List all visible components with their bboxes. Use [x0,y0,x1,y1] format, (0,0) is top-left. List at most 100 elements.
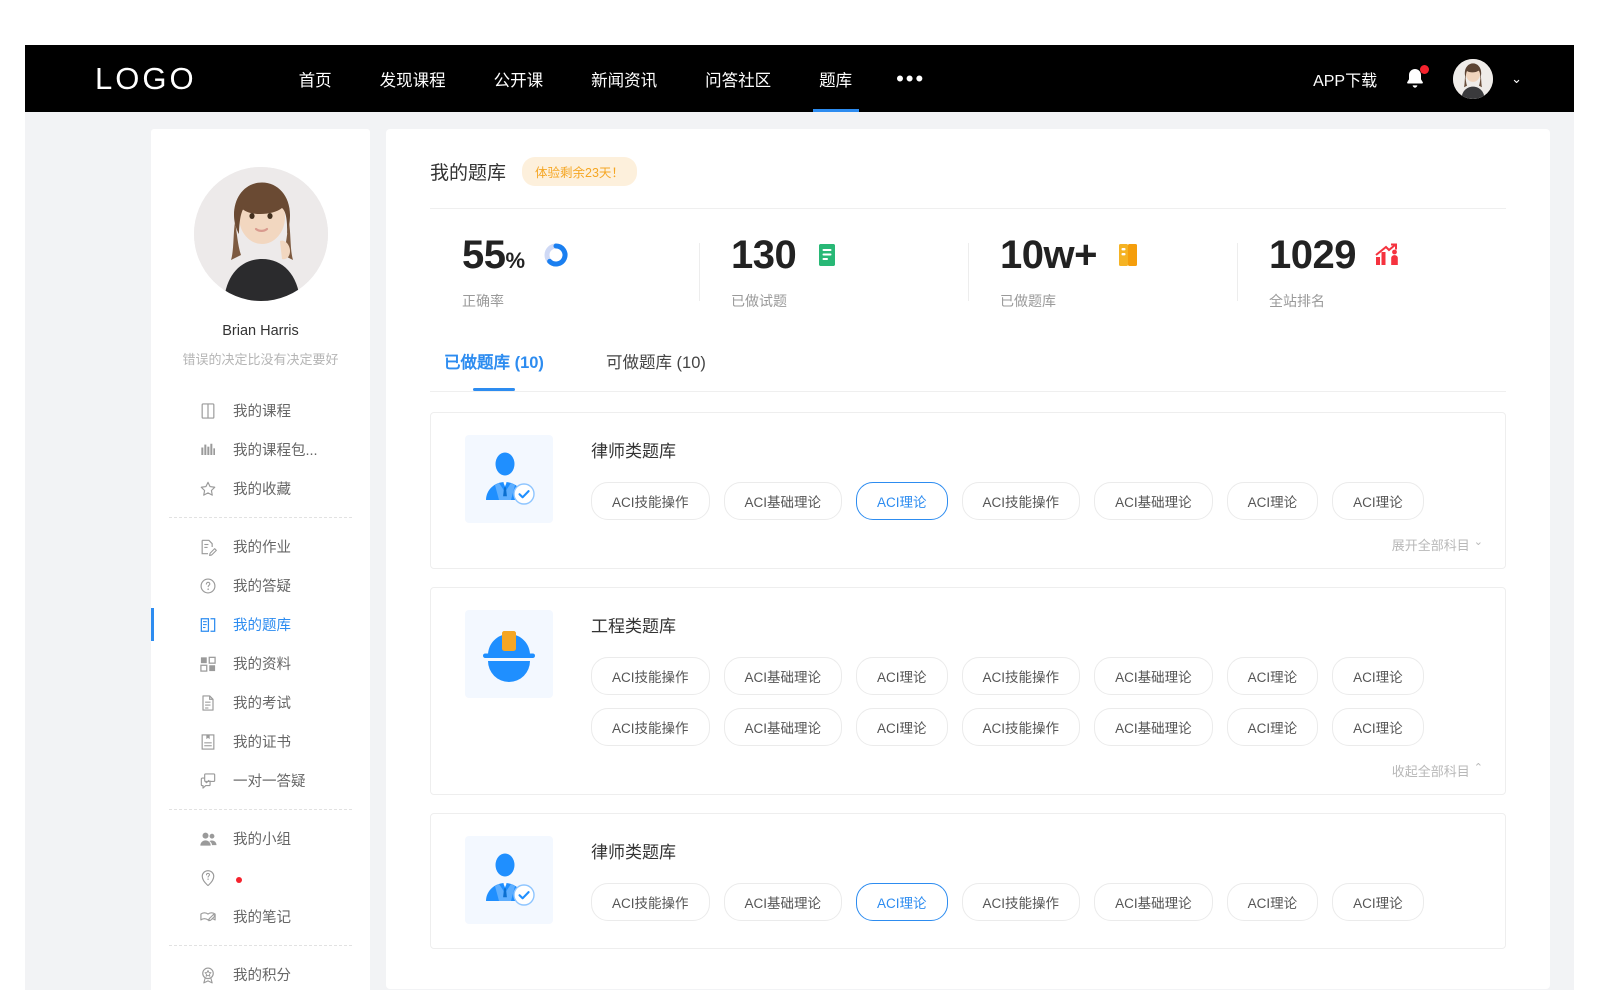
sidebar-item-12[interactable]: 我的小组 [151,819,370,858]
sidebar-item-13[interactable] [151,858,370,897]
nav-item-label: 首页 [299,67,332,91]
expand-subjects-label: 收起全部科目 [1392,761,1470,780]
main-header: 我的题库 体验剩余23天！ [430,157,1506,209]
tag-row: ACI技能操作 ACI基础理论 ACI理论 ACI技能操作 ACI基础理论 ACI理论 AC… [591,708,1483,746]
nav-item-2[interactable]: 公开课 [470,45,568,112]
sidebar-item-9[interactable]: 我的证书 [151,722,370,761]
subject-tag[interactable]: ACI理论 [856,657,948,695]
tab-label: 已做题库 (10) [444,354,544,372]
subject-tag[interactable]: ACI基础理论 [1094,657,1213,695]
sidebar-item-0[interactable]: 我的课程 [151,391,370,430]
materials-icon [197,654,219,674]
bank-card-list: 律师类题库ACI技能操作ACI基础理论ACI理论ACI技能操作ACI基础理论AC… [430,392,1506,949]
subject-tag[interactable]: ACI理论 [1227,883,1319,921]
subject-tag[interactable]: ACI技能操作 [962,482,1081,520]
subject-tag[interactable]: ACI理论 [1332,708,1424,746]
certificate-icon [197,732,219,752]
expand-subjects-toggle[interactable]: 展开全部科目⌄ [465,533,1483,554]
card-inner: 工程类题库ACI技能操作ACI基础理论ACI理论ACI技能操作ACI基础理论AC… [465,610,1483,759]
bell-icon[interactable] [1403,66,1427,92]
stat-label: 正确率 [462,291,699,311]
subject-tag[interactable]: ACI理论 [856,883,948,921]
nav-item-label: 题库 [819,67,852,91]
profile-motto: 错误的决定比没有决定要好 [165,351,356,369]
sidebar-item-label: 我的答疑 [233,575,291,596]
subject-tag[interactable]: ACI理论 [1227,657,1319,695]
subject-tag[interactable]: ACI技能操作 [962,708,1081,746]
profile-avatar[interactable] [194,167,328,301]
subject-tag[interactable]: ACI理论 [856,482,948,520]
nav-item-0[interactable]: 首页 [275,45,356,112]
tab-0[interactable]: 已做题库 (10) [442,345,546,391]
page-title: 我的题库 [430,158,506,185]
subject-tag[interactable]: ACI基础理论 [1094,883,1213,921]
subject-tag[interactable]: ACI基础理论 [724,657,843,695]
subject-tag[interactable]: ACI技能操作 [591,708,710,746]
stat-value: 55% [462,235,525,275]
menu-divider [169,945,352,946]
sidebar-item-1[interactable]: 我的课程包... [151,430,370,469]
nav-item-5[interactable]: 题库 [795,45,876,112]
app-download-link[interactable]: APP下载 [1313,67,1377,91]
subject-tag[interactable]: ACI基础理论 [724,482,843,520]
nav-item-3[interactable]: 新闻资讯 [567,45,681,112]
bank-card: 工程类题库ACI技能操作ACI基础理论ACI理论ACI技能操作ACI基础理论AC… [430,587,1506,795]
nav-item-label: 公开课 [494,67,544,91]
sidebar-item-8[interactable]: 我的考试 [151,683,370,722]
sidebar: Brian Harris 错误的决定比没有决定要好 我的课程我的课程包...我的… [151,129,370,990]
sidebar-item-label: 我的题库 [233,614,291,635]
nav-more-icon[interactable]: ••• [876,45,945,112]
subject-tag[interactable]: ACI理论 [1332,657,1424,695]
sidebar-item-5[interactable]: 我的答疑 [151,566,370,605]
chevron-down-icon: ⌄ [1474,535,1483,554]
subject-tag[interactable]: ACI理论 [856,708,948,746]
nav-item-4[interactable]: 问答社区 [681,45,795,112]
sidebar-item-4[interactable]: 我的作业 [151,527,370,566]
sidebar-item-label: 我的课程 [233,400,291,421]
subject-tag[interactable]: ACI理论 [1332,482,1424,520]
stats-row: 55%正确率130已做试题10w+已做题库1029全站排名 [430,209,1506,331]
card-body: 律师类题库ACI技能操作ACI基础理论ACI理论ACI技能操作ACI基础理论AC… [591,836,1483,934]
lawyer-avatar-icon [465,435,553,523]
subject-tag[interactable]: ACI基础理论 [1094,708,1213,746]
stat-card-2: 10w+已做题库 [968,235,1237,311]
avatar[interactable] [1453,59,1493,99]
tag-row: ACI技能操作 ACI基础理论 ACI理论 ACI技能操作 ACI基础理论 ACI理论 AC… [591,657,1483,695]
sidebar-item-label: 我的笔记 [233,906,291,927]
expand-subjects-label: 展开全部科目 [1392,535,1470,554]
sidebar-item-6[interactable]: 我的题库 [151,605,370,644]
main-panel: 我的题库 体验剩余23天！ 55%正确率130已做试题10w+已做题库1029全… [386,129,1550,989]
sidebar-item-16[interactable]: 我的积分 [151,955,370,990]
subject-tag[interactable]: ACI理论 [1227,708,1319,746]
subject-tag[interactable]: ACI基础理论 [1094,482,1213,520]
exam-icon [197,693,219,713]
chevron-down-icon[interactable]: ⌄ [1511,71,1522,87]
subject-tag[interactable]: ACI理论 [1227,482,1319,520]
stat-value: 130 [731,235,796,275]
sidebar-item-14[interactable]: 我的笔记 [151,897,370,936]
subject-tag[interactable]: ACI技能操作 [591,883,710,921]
tab-1[interactable]: 可做题库 (10) [604,345,708,391]
sidebar-item-2[interactable]: 我的收藏 [151,469,370,508]
subject-tag[interactable]: ACI理论 [1332,883,1424,921]
tag-row: ACI技能操作 ACI基础理论 ACI理论 ACI技能操作 ACI基础理论 ACI理论 AC… [591,883,1483,921]
site-logo[interactable]: LOGO [95,63,197,94]
star-icon [197,479,219,499]
sidebar-item-7[interactable]: 我的资料 [151,644,370,683]
subject-tag[interactable]: ACI技能操作 [591,482,710,520]
sidebar-profile: Brian Harris 错误的决定比没有决定要好 [151,167,370,369]
subject-tag[interactable]: ACI基础理论 [724,883,843,921]
subject-tag[interactable]: ACI技能操作 [591,657,710,695]
stat-value-row: 130 [731,235,968,275]
stat-card-0: 55% 正确率 [430,235,699,311]
subject-tag[interactable]: ACI技能操作 [962,657,1081,695]
qa-pin-icon [197,868,219,888]
card-body: 工程类题库ACI技能操作ACI基础理论ACI理论ACI技能操作ACI基础理论AC… [591,610,1483,759]
subject-tag[interactable]: ACI技能操作 [962,883,1081,921]
subject-tag[interactable]: ACI基础理论 [724,708,843,746]
tab-bar: 已做题库 (10) 可做题库 (10) [430,331,1506,392]
expand-subjects-toggle[interactable]: 收起全部科目⌃ [465,759,1483,780]
sidebar-item-10[interactable]: 一对一答疑 [151,761,370,800]
nav-item-1[interactable]: 发现课程 [356,45,470,112]
stat-value-row: 1029 [1269,235,1506,275]
